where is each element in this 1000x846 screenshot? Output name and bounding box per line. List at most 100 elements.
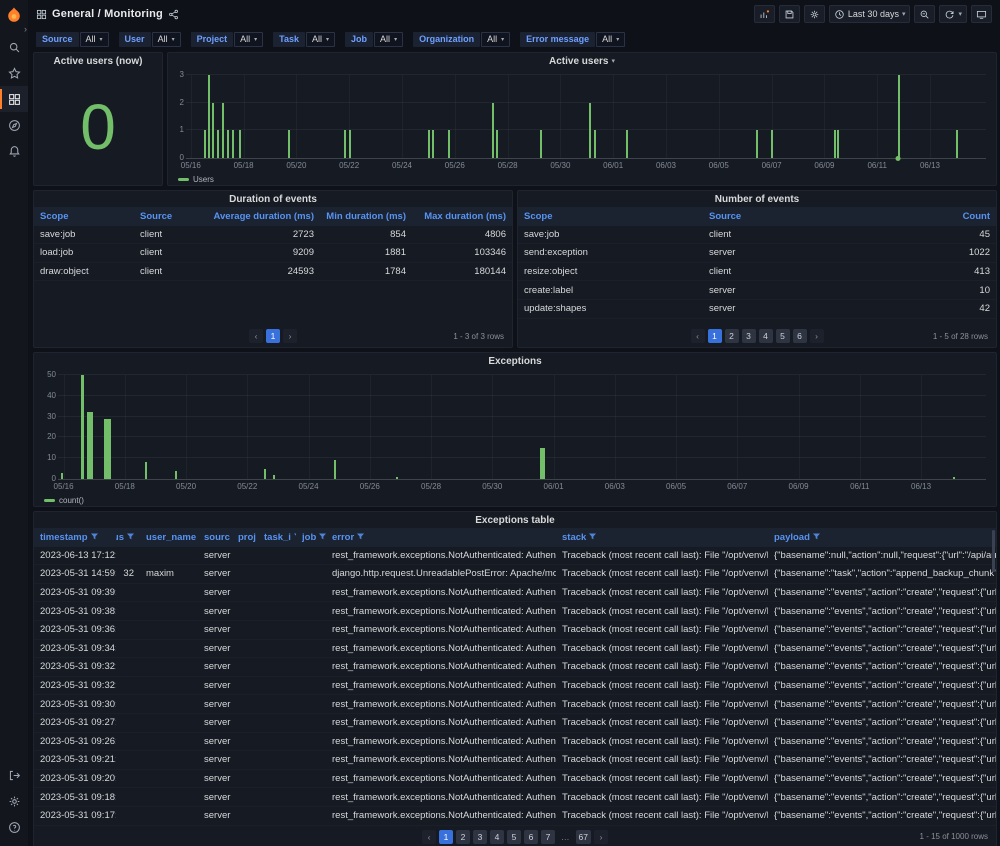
help-icon[interactable] <box>0 814 28 840</box>
filter-icon[interactable] <box>357 532 364 543</box>
variable-label[interactable]: Job <box>345 32 373 47</box>
variable-label[interactable]: Error message <box>520 32 595 47</box>
filter-icon[interactable] <box>127 532 134 543</box>
page-button-3[interactable]: 3 <box>742 329 756 343</box>
refresh-interval-chevron-icon[interactable]: ▾ <box>958 10 962 18</box>
panel-title[interactable]: Exceptions table <box>34 512 996 528</box>
alerting-icon[interactable] <box>0 138 28 164</box>
column-header-user-name[interactable]: user_name <box>140 528 198 547</box>
variable-label[interactable]: Task <box>273 32 305 47</box>
add-panel-button[interactable] <box>754 5 775 23</box>
search-icon[interactable] <box>0 34 28 60</box>
column-header-source[interactable]: Source <box>703 207 926 226</box>
variable-label[interactable]: Source <box>36 32 79 47</box>
column-header-source[interactable]: Source <box>134 207 204 226</box>
pagination-info: 1 - 5 of 28 rows <box>933 332 988 341</box>
variable-value-dropdown[interactable]: All▾ <box>234 32 263 47</box>
table-scrollbar[interactable] <box>992 530 995 572</box>
settings-icon[interactable] <box>0 788 28 814</box>
cycle-view-button[interactable] <box>971 5 992 23</box>
time-range-button[interactable]: Last 30 days ▾ <box>829 5 911 23</box>
column-header-proj[interactable]: proj <box>232 528 258 547</box>
x-axis-tick-label: 06/13 <box>911 482 931 491</box>
column-header-scope[interactable]: Scope <box>34 207 134 226</box>
refresh-button[interactable]: ▾ <box>939 5 967 23</box>
panel-title[interactable]: Number of events <box>518 191 996 207</box>
chart-legend[interactable]: count() <box>44 496 84 505</box>
column-header-error[interactable]: error <box>326 528 556 547</box>
dashboard-settings-button[interactable] <box>804 5 825 23</box>
sign-in-icon[interactable] <box>0 762 28 788</box>
panel-title[interactable]: Active users (now) <box>34 53 162 69</box>
table-cell <box>232 565 258 583</box>
grafana-logo-icon[interactable] <box>5 6 23 24</box>
page-button-1[interactable]: 1 <box>266 329 280 343</box>
next-page-button[interactable]: › <box>810 329 824 343</box>
next-page-button[interactable]: › <box>283 329 297 343</box>
active-users-chart[interactable]: 012305/1605/1805/2005/2205/2405/2605/280… <box>172 69 992 185</box>
variable-value-dropdown[interactable]: All▾ <box>374 32 403 47</box>
table-row: 2023-05-31 09:32:51serverrest_framework.… <box>34 658 996 677</box>
grid-line <box>58 416 986 417</box>
filter-icon[interactable] <box>813 532 820 543</box>
variable-value-dropdown[interactable]: All▾ <box>481 32 510 47</box>
prev-page-button[interactable]: ‹ <box>691 329 705 343</box>
explore-icon[interactable] <box>0 112 28 138</box>
chart-legend[interactable]: Users <box>178 175 214 184</box>
column-header-task-i[interactable]: task_i <box>258 528 296 547</box>
filter-icon[interactable] <box>589 532 596 543</box>
breadcrumb[interactable]: General / Monitoring <box>36 8 179 20</box>
column-header-stack[interactable]: stack <box>556 528 768 547</box>
panel-title[interactable]: Active users▾ <box>168 53 996 69</box>
variable-value-dropdown[interactable]: All▾ <box>80 32 109 47</box>
table-cell <box>258 695 296 713</box>
prev-page-button[interactable]: ‹ <box>249 329 263 343</box>
page-button-2[interactable]: 2 <box>725 329 739 343</box>
column-header-job[interactable]: job <box>296 528 326 547</box>
page-button-1[interactable]: 1 <box>708 329 722 343</box>
chart-bar <box>175 471 177 479</box>
zoom-out-button[interactable] <box>914 5 935 23</box>
column-header-scope[interactable]: Scope <box>518 207 703 226</box>
page-button-7[interactable]: 7 <box>541 830 555 844</box>
page-button-67[interactable]: 67 <box>576 830 591 844</box>
dashboards-icon[interactable] <box>0 86 28 112</box>
save-dashboard-button[interactable] <box>779 5 800 23</box>
table-cell: 2023-05-31 09:32:51 <box>34 658 116 676</box>
page-button-6[interactable]: 6 <box>793 329 807 343</box>
page-button-5[interactable]: 5 <box>776 329 790 343</box>
column-header-timestamp[interactable]: timestamp <box>34 528 116 547</box>
column-header-us[interactable]: us <box>116 528 140 547</box>
column-header-payload[interactable]: payload <box>768 528 996 547</box>
page-button-2[interactable]: 2 <box>456 830 470 844</box>
variable-label[interactable]: User <box>119 32 151 47</box>
page-button-1[interactable]: 1 <box>439 830 453 844</box>
filter-icon[interactable] <box>91 532 98 543</box>
exceptions-chart[interactable]: 0102030405005/1605/1805/2005/2205/2405/2… <box>38 369 992 506</box>
column-header-min-duration-ms-[interactable]: Min duration (ms) <box>320 207 412 226</box>
starred-icon[interactable] <box>0 60 28 86</box>
variable-label[interactable]: Organization <box>413 32 480 47</box>
page-button-6[interactable]: 6 <box>524 830 538 844</box>
share-icon[interactable] <box>168 9 179 20</box>
page-button-5[interactable]: 5 <box>507 830 521 844</box>
page-button-3[interactable]: 3 <box>473 830 487 844</box>
table-cell <box>116 714 140 732</box>
variable-value-dropdown[interactable]: All▾ <box>152 32 181 47</box>
variable-value-dropdown[interactable]: All▾ <box>306 32 335 47</box>
variable-label[interactable]: Project <box>191 32 234 47</box>
column-header-average-duration-ms-[interactable]: Average duration (ms) <box>204 207 320 226</box>
panel-title[interactable]: Exceptions <box>34 353 996 369</box>
next-page-button[interactable]: › <box>594 830 608 844</box>
prev-page-button[interactable]: ‹ <box>422 830 436 844</box>
column-header-count[interactable]: Count <box>926 207 996 226</box>
page-button-4[interactable]: 4 <box>490 830 504 844</box>
variable-value-dropdown[interactable]: All▾ <box>596 32 625 47</box>
filter-icon[interactable] <box>319 532 326 543</box>
table-cell: 45 <box>926 226 996 244</box>
column-header-max-duration-ms-[interactable]: Max duration (ms) <box>412 207 512 226</box>
page-button-4[interactable]: 4 <box>759 329 773 343</box>
column-header-sourc[interactable]: sourc <box>198 528 232 547</box>
expand-sidebar-button[interactable]: › <box>24 24 27 34</box>
panel-title[interactable]: Duration of events <box>34 191 512 207</box>
